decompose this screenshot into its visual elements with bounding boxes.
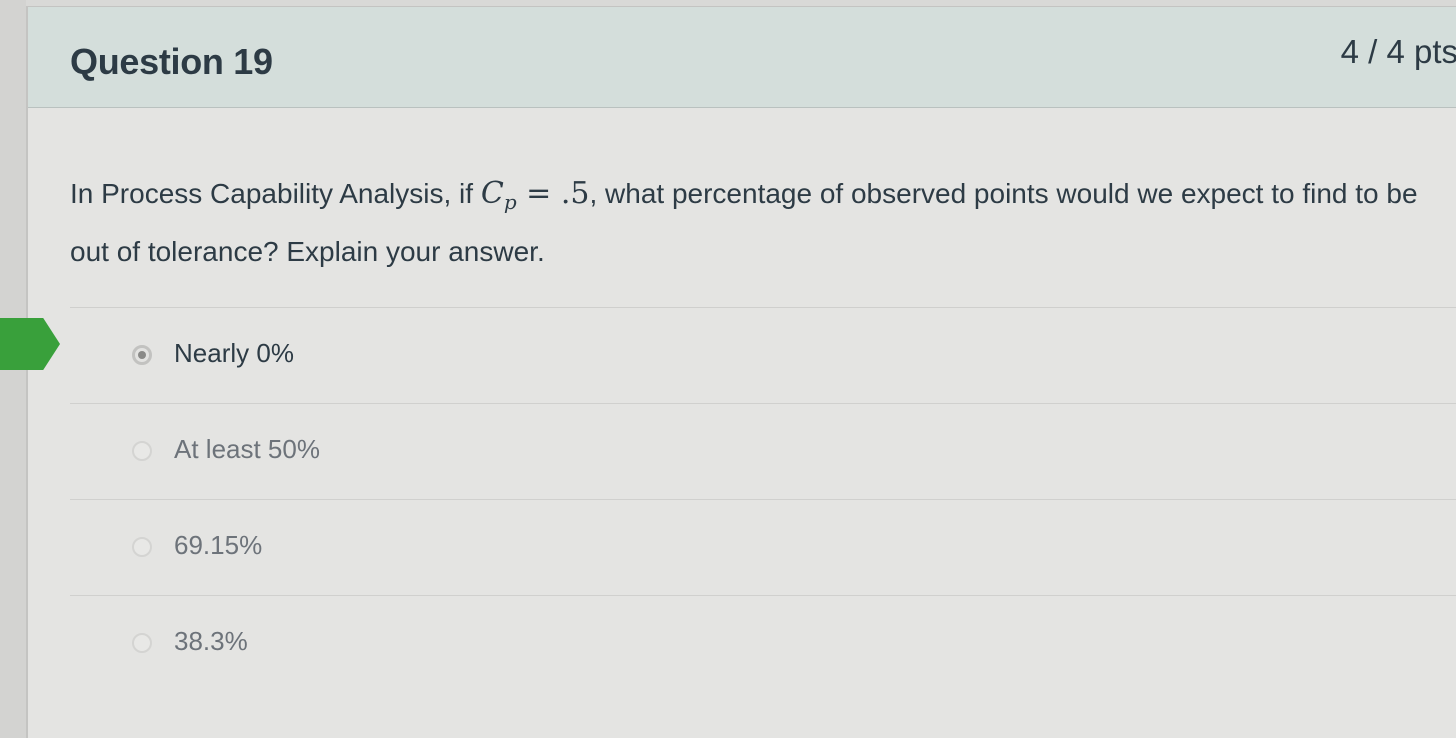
question-text-start: In Process Capability Analysis, if: [70, 178, 481, 209]
radio-button[interactable]: [132, 441, 152, 461]
math-subscript: p: [503, 190, 517, 214]
answer-label: At least 50%: [174, 434, 320, 464]
question-text: In Process Capability Analysis, if Cp = …: [70, 169, 1450, 276]
math-symbol: C: [480, 176, 504, 211]
math-expression: Cp = .5: [480, 176, 590, 214]
answer-label: 69.15%: [174, 530, 263, 560]
answer-option[interactable]: 69.15%: [70, 500, 1456, 596]
radio-button-selected[interactable]: [132, 345, 152, 365]
answer-option[interactable]: Nearly 0%: [70, 308, 1456, 404]
answer-option[interactable]: 38.3%: [70, 596, 1456, 692]
answer-label: 38.3%: [174, 626, 248, 656]
question-card: Question 19 4 / 4 pts In Process Capabil…: [26, 6, 1456, 738]
math-rest: = .5: [516, 176, 590, 211]
answer-option[interactable]: At least 50%: [70, 404, 1456, 500]
question-header: Question 19 4 / 4 pts: [28, 7, 1456, 108]
answer-label: Nearly 0%: [174, 338, 294, 368]
radio-button[interactable]: [132, 633, 152, 653]
question-title: Question 19: [70, 41, 273, 82]
radio-button[interactable]: [132, 537, 152, 557]
question-points: 4 / 4 pts: [1340, 33, 1456, 70]
